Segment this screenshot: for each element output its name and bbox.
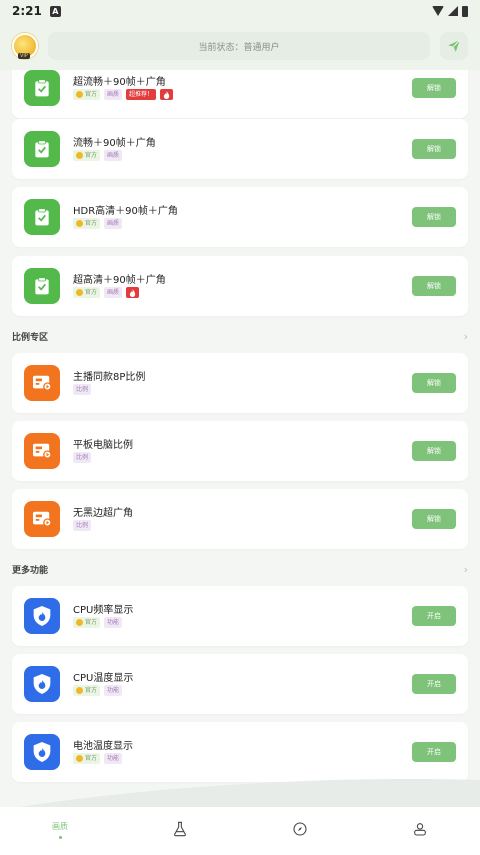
official-icon <box>76 220 83 227</box>
official-tag: 官方 <box>73 753 101 764</box>
notification-icon: A <box>49 5 61 17</box>
category-tag: 画质 <box>104 89 123 100</box>
official-icon <box>76 91 83 98</box>
nav-label: 画质 <box>52 822 68 831</box>
category-tag: 功能 <box>104 753 123 764</box>
decorative-wave <box>0 779 480 810</box>
chevron-right-icon: › <box>463 329 468 343</box>
bottom-nav: 画质 <box>0 807 480 855</box>
official-icon <box>76 687 83 694</box>
official-tag: 官方 <box>73 617 101 628</box>
screen-ratio-icon <box>24 433 60 469</box>
clipboard-check-icon <box>24 268 60 304</box>
status-time: 2:21 <box>12 4 42 18</box>
card-title: 无黑边超广角 <box>73 508 133 519</box>
card-title: 超流畅＋90帧＋广角 <box>73 77 166 88</box>
category-tag: 功能 <box>104 617 123 628</box>
shield-fire-icon <box>24 598 60 634</box>
card-title: CPU温度显示 <box>73 673 134 684</box>
wifi-icon <box>432 6 444 16</box>
clipboard-check-icon <box>24 70 60 106</box>
ratio-card[interactable]: 主播同款8P比例 比例 解锁 <box>12 353 468 413</box>
send-button[interactable] <box>440 32 468 60</box>
section-title: 更多功能 <box>12 565 49 576</box>
unlock-button[interactable]: 解锁 <box>412 373 456 393</box>
unlock-button[interactable]: 解锁 <box>412 509 456 529</box>
ratio-card[interactable]: 无黑边超广角 比例 解锁 <box>12 489 468 549</box>
preset-card[interactable]: 超高清＋90帧＋广角 官方 画质 解锁 <box>12 256 468 316</box>
top-bar: VIP 当前状态：普通用户 <box>0 22 480 70</box>
card-title: 超高清＋90帧＋广角 <box>73 275 166 286</box>
clipboard-check-icon <box>24 199 60 235</box>
unlock-button[interactable]: 解锁 <box>412 207 456 227</box>
official-icon <box>76 755 83 762</box>
section-more-header[interactable]: 更多功能 › <box>12 561 468 577</box>
nav-lab[interactable] <box>120 807 240 855</box>
user-icon <box>414 823 426 836</box>
unlock-button[interactable]: 解锁 <box>412 276 456 296</box>
active-indicator <box>58 836 62 839</box>
nav-picture-quality[interactable]: 画质 <box>0 807 120 855</box>
clipboard-check-icon <box>24 131 60 167</box>
official-icon <box>76 152 83 159</box>
official-tag: 官方 <box>73 685 101 696</box>
official-icon <box>76 619 83 626</box>
section-ratio-header[interactable]: 比例专区 › <box>12 328 468 344</box>
flask-icon <box>174 821 186 837</box>
section-title: 比例专区 <box>12 332 49 343</box>
screen-ratio-icon <box>24 365 60 401</box>
feature-card[interactable]: CPU频率显示 官方 功能 开启 <box>12 586 468 646</box>
category-tag: 功能 <box>104 685 123 696</box>
preset-card[interactable]: 流畅＋90帧＋广角 官方 画质 解锁 <box>12 119 468 179</box>
chevron-right-icon: › <box>463 562 468 576</box>
enable-button[interactable]: 开启 <box>412 606 456 626</box>
preset-card[interactable]: HDR高清＋90帧＋广角 官方 画质 解锁 <box>12 187 468 247</box>
fire-icon <box>126 287 140 298</box>
unlock-button[interactable]: 解锁 <box>412 78 456 98</box>
avatar[interactable]: VIP <box>12 33 38 59</box>
fire-icon <box>160 89 174 100</box>
category-tag: 比例 <box>73 520 92 531</box>
nav-profile[interactable] <box>360 807 480 855</box>
ratio-card[interactable]: 平板电脑比例 比例 解锁 <box>12 421 468 481</box>
enable-button[interactable]: 开启 <box>412 742 456 762</box>
enable-button[interactable]: 开启 <box>412 674 456 694</box>
compass-icon <box>293 822 307 836</box>
category-tag: 画质 <box>104 150 123 161</box>
signal-icon <box>448 6 458 16</box>
unlock-button[interactable]: 解锁 <box>412 139 456 159</box>
official-tag: 官方 <box>73 89 101 100</box>
official-tag: 官方 <box>73 287 101 298</box>
shield-fire-icon <box>24 734 60 770</box>
unlock-button[interactable]: 解锁 <box>412 441 456 461</box>
user-state-pill[interactable]: 当前状态：普通用户 <box>48 32 430 60</box>
card-title: 电池温度显示 <box>73 741 133 752</box>
category-tag: 画质 <box>104 287 123 298</box>
status-bar: 2:21 A <box>0 0 480 22</box>
official-tag: 官方 <box>73 218 101 229</box>
card-title: HDR高清＋90帧＋广角 <box>73 206 178 217</box>
card-title: 平板电脑比例 <box>73 440 133 451</box>
category-tag: 比例 <box>73 384 92 395</box>
feature-card[interactable]: CPU温度显示 官方 功能 开启 <box>12 654 468 714</box>
nav-discover[interactable] <box>240 807 360 855</box>
official-tag: 官方 <box>73 150 101 161</box>
send-icon <box>448 39 461 52</box>
category-tag: 画质 <box>104 218 123 229</box>
shield-fire-icon <box>24 666 60 702</box>
screen-ratio-icon <box>24 501 60 537</box>
category-tag: 比例 <box>73 452 92 463</box>
card-title: CPU频率显示 <box>73 605 134 616</box>
card-title: 主播同款8P比例 <box>73 372 146 383</box>
recommend-badge: 超推荐！ <box>126 89 157 100</box>
preset-card[interactable]: 超流畅＋90帧＋广角 官方 画质 超推荐！ 解锁 <box>12 70 468 118</box>
card-title: 流畅＋90帧＋广角 <box>73 138 156 149</box>
battery-icon <box>462 5 468 17</box>
official-icon <box>76 289 83 296</box>
main-content: 超流畅＋90帧＋广角 官方 画质 超推荐！ 解锁 流畅＋90帧＋广角 官方 画质… <box>0 70 480 807</box>
